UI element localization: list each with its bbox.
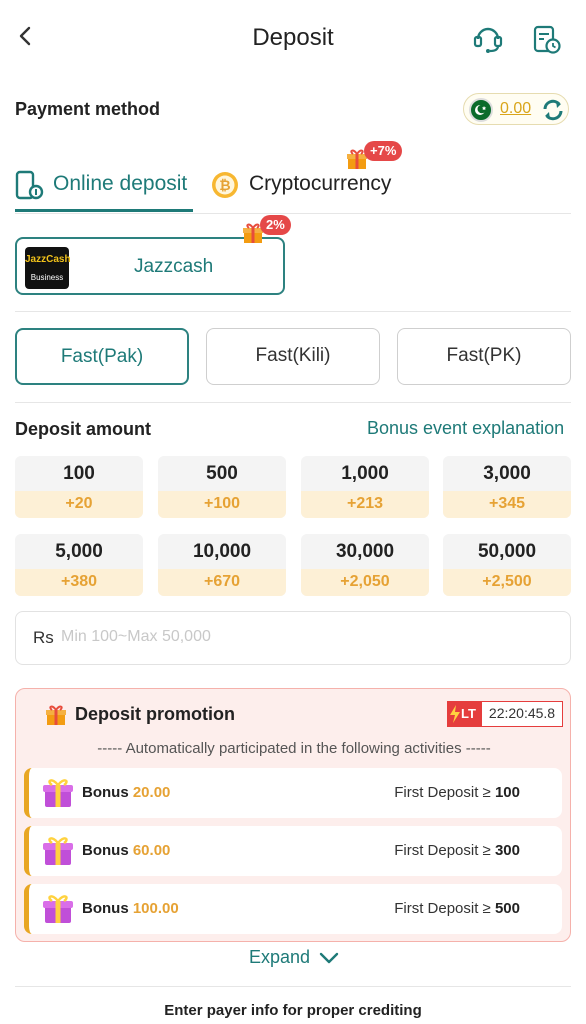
balance-value: 0.00 bbox=[500, 100, 532, 117]
amount-option-100[interactable]: 100 +20 bbox=[15, 456, 143, 518]
promotion-title: Deposit promotion bbox=[75, 704, 235, 724]
amount-option-5000[interactable]: 5,000 +380 bbox=[15, 534, 143, 596]
lt-text: LT bbox=[461, 706, 476, 721]
lt-label: LT bbox=[447, 701, 481, 727]
promotion-row: Bonus 20.00 First Deposit ≥ 100 bbox=[24, 768, 562, 818]
bonus-text: Bonus bbox=[82, 784, 129, 801]
deposit-promotion-panel: Deposit promotion LT 22:20:45.8 ----- Au… bbox=[15, 688, 571, 942]
condition-text: First Deposit ≥ bbox=[394, 900, 491, 917]
crypto-bonus-badge: +7% bbox=[364, 141, 403, 161]
auto-participate-note: ----- Automatically participated in the … bbox=[97, 740, 491, 757]
tab-online-deposit-label: Online deposit bbox=[53, 172, 188, 195]
amount-option-500[interactable]: 500 +100 bbox=[158, 456, 286, 518]
amount-option-30000[interactable]: 30,000 +2,050 bbox=[301, 534, 429, 596]
payer-info-note: Enter payer info for proper crediting bbox=[164, 1002, 422, 1019]
subchannel-fast-kili[interactable]: Fast(Kili) bbox=[206, 328, 380, 385]
refresh-icon[interactable] bbox=[540, 97, 566, 123]
divider bbox=[15, 402, 571, 403]
bonus-label: Bonus 20.00 bbox=[82, 784, 170, 801]
condition-min: 500 bbox=[494, 900, 520, 917]
channel-bonus-badge: 2% bbox=[260, 215, 291, 235]
amount-bonus: +2,050 bbox=[301, 569, 429, 596]
active-tab-indicator bbox=[15, 209, 193, 212]
amount-value: 10,000 bbox=[192, 541, 252, 562]
amount-bonus: +213 bbox=[301, 491, 429, 518]
amount-option-50000[interactable]: 50,000 +2,500 bbox=[443, 534, 571, 596]
expand-label: Expand bbox=[249, 947, 311, 967]
bonus-amount: 20.00 bbox=[132, 784, 171, 801]
customer-service-icon[interactable] bbox=[472, 22, 504, 56]
bonus-text: Bonus bbox=[82, 842, 129, 859]
amount-value: 1,000 bbox=[341, 463, 389, 484]
amount-bonus: +100 bbox=[158, 491, 286, 518]
countdown-badge: LT 22:20:45.8 bbox=[447, 701, 563, 727]
amount-value: 5,000 bbox=[55, 541, 103, 562]
channel-name: Jazzcash bbox=[134, 256, 214, 277]
condition-text: First Deposit ≥ bbox=[394, 784, 491, 801]
deposit-condition: First Deposit ≥ 500 bbox=[394, 900, 520, 917]
pakistan-flag-icon bbox=[469, 98, 493, 122]
deposit-condition: First Deposit ≥ 100 bbox=[394, 784, 520, 801]
amount-bonus: +2,500 bbox=[443, 569, 571, 596]
gift-box-icon bbox=[41, 835, 75, 867]
amount-input[interactable]: Rs Min 100~Max 50,000 bbox=[15, 611, 571, 665]
promotion-row: Bonus 100.00 First Deposit ≥ 500 bbox=[24, 884, 562, 934]
condition-min: 300 bbox=[494, 842, 520, 859]
bonus-amount: 60.00 bbox=[132, 842, 171, 859]
countdown-timer: 22:20:45.8 bbox=[481, 701, 563, 727]
amount-bonus: +345 bbox=[443, 491, 571, 518]
amount-bonus: +670 bbox=[158, 569, 286, 596]
gift-box-icon bbox=[41, 777, 75, 809]
deposit-method-tabs: Online deposit ₿ Cryptocurrency bbox=[15, 160, 571, 214]
deposit-history-icon[interactable] bbox=[530, 22, 562, 56]
deposit-amount-label: Deposit amount bbox=[15, 419, 152, 439]
bonus-label: Bonus 100.00 bbox=[82, 900, 179, 917]
jazzcash-logo: JazzCash Business bbox=[25, 247, 71, 289]
expand-button[interactable]: Expand bbox=[249, 947, 339, 968]
phone-icon bbox=[15, 169, 45, 201]
amount-value: 30,000 bbox=[335, 541, 395, 562]
amount-value: 100 bbox=[63, 463, 95, 484]
svg-text:₿: ₿ bbox=[219, 178, 230, 194]
currency-label: Rs bbox=[33, 628, 54, 647]
amount-value: 50,000 bbox=[477, 541, 537, 562]
bonus-text: Bonus bbox=[82, 900, 129, 917]
subchannel-fast-pk[interactable]: Fast(PK) bbox=[397, 328, 571, 385]
amount-placeholder: Min 100~Max 50,000 bbox=[61, 628, 211, 645]
amount-bonus: +20 bbox=[15, 491, 143, 518]
balance-widget: 0.00 bbox=[463, 93, 569, 125]
bonus-label: Bonus 60.00 bbox=[82, 842, 170, 859]
amount-bonus: +380 bbox=[15, 569, 143, 596]
subchannel-fast-pak[interactable]: Fast(Pak) bbox=[15, 328, 189, 385]
payment-method-label: Payment method bbox=[15, 99, 161, 119]
channel-jazzcash[interactable]: JazzCash Business Jazzcash bbox=[15, 237, 285, 295]
bitcoin-icon: ₿ bbox=[211, 171, 239, 199]
gift-box-icon bbox=[41, 893, 75, 925]
logo-text: JazzCash bbox=[25, 254, 71, 265]
bonus-amount: 100.00 bbox=[132, 900, 179, 917]
condition-text: First Deposit ≥ bbox=[394, 842, 491, 859]
gift-icon bbox=[45, 704, 67, 726]
lightning-icon bbox=[449, 705, 461, 723]
amount-value: 3,000 bbox=[483, 463, 531, 484]
amount-option-3000[interactable]: 3,000 +345 bbox=[443, 456, 571, 518]
header: Deposit bbox=[0, 0, 586, 78]
deposit-condition: First Deposit ≥ 300 bbox=[394, 842, 520, 859]
divider bbox=[15, 311, 571, 312]
condition-min: 100 bbox=[494, 784, 520, 801]
divider bbox=[15, 986, 571, 987]
amount-value: 500 bbox=[206, 463, 238, 484]
bonus-explanation-link[interactable]: Bonus event explanation bbox=[367, 418, 564, 439]
promotion-row: Bonus 60.00 First Deposit ≥ 300 bbox=[24, 826, 562, 876]
logo-subtext: Business bbox=[30, 273, 64, 282]
amount-option-1000[interactable]: 1,000 +213 bbox=[301, 456, 429, 518]
tab-cryptocurrency-label: Cryptocurrency bbox=[249, 172, 392, 195]
chevron-down-icon bbox=[319, 950, 339, 966]
amount-option-10000[interactable]: 10,000 +670 bbox=[158, 534, 286, 596]
